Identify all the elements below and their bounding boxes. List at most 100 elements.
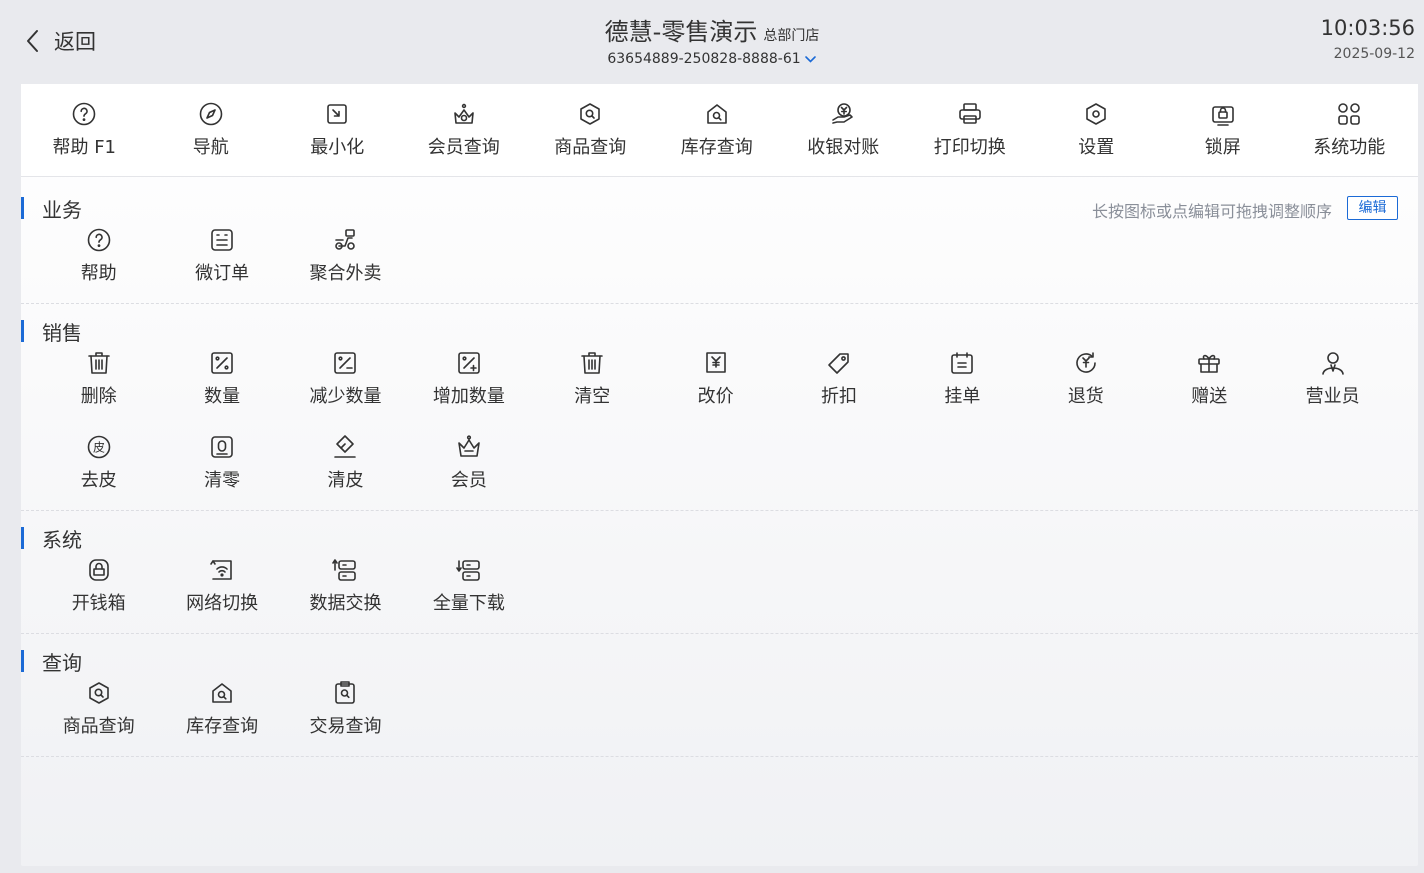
product-search-icon <box>580 103 601 125</box>
quantity-icon <box>211 352 233 374</box>
trash-icon <box>87 352 110 374</box>
section-item-label: 全量下载 <box>432 593 505 614</box>
refund-icon <box>1076 352 1096 373</box>
member-search-icon <box>453 103 474 124</box>
toolbar-item-label: 锁屏 <box>1204 137 1241 158</box>
toolbar-item-1[interactable]: 导航 <box>148 84 275 176</box>
toolbar-item-3[interactable]: 会员查询 <box>401 84 528 176</box>
section-item[interactable]: 网络切换 <box>160 549 283 633</box>
section-item-label: 减少数量 <box>309 386 382 407</box>
section-item[interactable]: 帮助 <box>37 219 160 303</box>
section-item[interactable]: 折扣 <box>777 342 900 426</box>
toolbar-item-9[interactable]: 锁屏 <box>1160 84 1287 176</box>
toolbar-item-label: 商品查询 <box>554 137 627 158</box>
section-item-label: 折扣 <box>821 386 858 407</box>
section-item[interactable]: 开钱箱 <box>37 549 160 633</box>
toolbar-item-6[interactable]: 收银对账 <box>780 84 907 176</box>
store-id-dropdown[interactable]: 63654889-250828-8888-61 <box>607 51 816 67</box>
section-item[interactable]: 改价 <box>654 342 777 426</box>
section-item[interactable]: 清零 <box>160 426 283 510</box>
cash-box-icon <box>88 559 109 581</box>
toolbar-item-5[interactable]: 库存查询 <box>654 84 781 176</box>
section-item[interactable]: 挂单 <box>901 342 1024 426</box>
section-item-label: 退货 <box>1067 386 1104 407</box>
section-item-label: 清零 <box>204 470 241 491</box>
compass-icon <box>199 102 223 126</box>
section-item-label: 聚合外卖 <box>309 263 382 284</box>
section-item[interactable]: 清空 <box>531 342 654 426</box>
wifi-icon <box>210 560 232 580</box>
section-item[interactable]: 清皮 <box>284 426 407 510</box>
section-item-label: 交易查询 <box>309 716 382 737</box>
settings-icon <box>1086 103 1107 125</box>
section-item[interactable]: 数量 <box>160 342 283 426</box>
section-item-label: 数量 <box>204 386 241 407</box>
tare-icon: 皮 <box>87 435 110 459</box>
section-1: 销售 删除 数量 减少数量 增加数量 清空 改价 折扣 挂单 退货 赠送 营业员皮去皮 清零 清皮 会员 <box>21 304 1418 511</box>
toolbar-item-label: 设置 <box>1078 137 1115 158</box>
section-item-label: 营业员 <box>1305 386 1360 407</box>
section-2: 系统 开钱箱 网络切换 数据交换 全量下载 <box>21 511 1418 634</box>
section-accent-bar <box>21 527 24 549</box>
section-item[interactable]: 库存查询 <box>160 672 283 756</box>
trash-icon <box>581 352 604 374</box>
section-header: 业务 长按图标或点编辑可拖拽调整顺序 编辑 <box>21 191 1418 222</box>
toolbar: 帮助 F1 导航 最小化 会员查询 商品查询 库存查询 收银对账 打印切换 设置 锁屏 系统功能 <box>21 84 1418 177</box>
section-title: 销售 <box>42 321 82 345</box>
section-grid: 删除 数量 减少数量 增加数量 清空 改价 折扣 挂单 退货 赠送 营业员皮去皮 清零 清皮 会员 <box>21 342 1418 510</box>
section-item[interactable]: 交易查询 <box>284 672 407 756</box>
user-icon <box>1321 352 1344 375</box>
stock-search-icon <box>212 683 232 703</box>
help-icon <box>87 228 110 252</box>
scooter-icon <box>335 229 356 250</box>
section-item[interactable]: 增加数量 <box>407 342 530 426</box>
section-item-label: 会员 <box>450 470 487 491</box>
section-accent-bar <box>21 320 24 342</box>
section-accent-bar <box>21 197 24 219</box>
section-item-label: 清皮 <box>327 470 364 491</box>
section-item-label: 增加数量 <box>432 386 505 407</box>
section-item[interactable]: 退货 <box>1024 342 1147 426</box>
section-item[interactable]: 减少数量 <box>284 342 407 426</box>
section-item-label: 开钱箱 <box>71 593 126 614</box>
section-item[interactable]: 全量下载 <box>407 549 530 633</box>
quantity-plus-icon <box>458 352 480 374</box>
section-item-label: 去皮 <box>80 470 117 491</box>
section-item-label: 微订单 <box>195 263 250 284</box>
quantity-minus-icon <box>334 352 357 374</box>
reconcile-icon <box>832 103 854 124</box>
section-item[interactable]: 数据交换 <box>284 549 407 633</box>
section-item[interactable]: 营业员 <box>1271 342 1394 426</box>
toolbar-item-label: 打印切换 <box>933 137 1006 158</box>
toolbar-item-8[interactable]: 设置 <box>1033 84 1160 176</box>
section-item[interactable]: 删除 <box>37 342 160 426</box>
data-exchange-icon <box>332 559 357 581</box>
section-item-label: 改价 <box>697 386 734 407</box>
store-info: 德慧-零售演示 总部门店 63654889-250828-8888-61 <box>0 12 1424 67</box>
toolbar-item-label: 会员查询 <box>427 137 500 158</box>
section-item[interactable]: 商品查询 <box>37 672 160 756</box>
section-item[interactable]: 会员 <box>407 426 530 510</box>
section-item-label: 库存查询 <box>186 716 259 737</box>
order-icon <box>211 229 233 251</box>
section-item[interactable]: 聚合外卖 <box>284 219 407 303</box>
clock-time: 10:03:56 <box>1320 16 1415 40</box>
price-icon <box>705 352 726 373</box>
toolbar-item-7[interactable]: 打印切换 <box>907 84 1034 176</box>
toolbar-item-10[interactable]: 系统功能 <box>1286 84 1413 176</box>
section-accent-bar <box>21 650 24 672</box>
section-item[interactable]: 微订单 <box>160 219 283 303</box>
section-item-label: 商品查询 <box>62 716 135 737</box>
section-0: 业务 长按图标或点编辑可拖拽调整顺序 编辑帮助 微订单 聚合外卖 <box>21 177 1418 304</box>
section-item[interactable]: 赠送 <box>1148 342 1271 426</box>
eraser-icon <box>334 435 357 458</box>
toolbar-item-label: 导航 <box>192 137 229 158</box>
section-grid: 商品查询 库存查询 交易查询 <box>21 672 1418 756</box>
section-item[interactable]: 皮去皮 <box>37 426 160 510</box>
section-item-label: 帮助 <box>80 263 117 284</box>
toolbar-item-0[interactable]: 帮助 F1 <box>21 84 148 176</box>
toolbar-item-2[interactable]: 最小化 <box>274 84 401 176</box>
store-id: 63654889-250828-8888-61 <box>607 51 801 67</box>
edit-button[interactable]: 编辑 <box>1347 196 1398 220</box>
toolbar-item-4[interactable]: 商品查询 <box>527 84 654 176</box>
